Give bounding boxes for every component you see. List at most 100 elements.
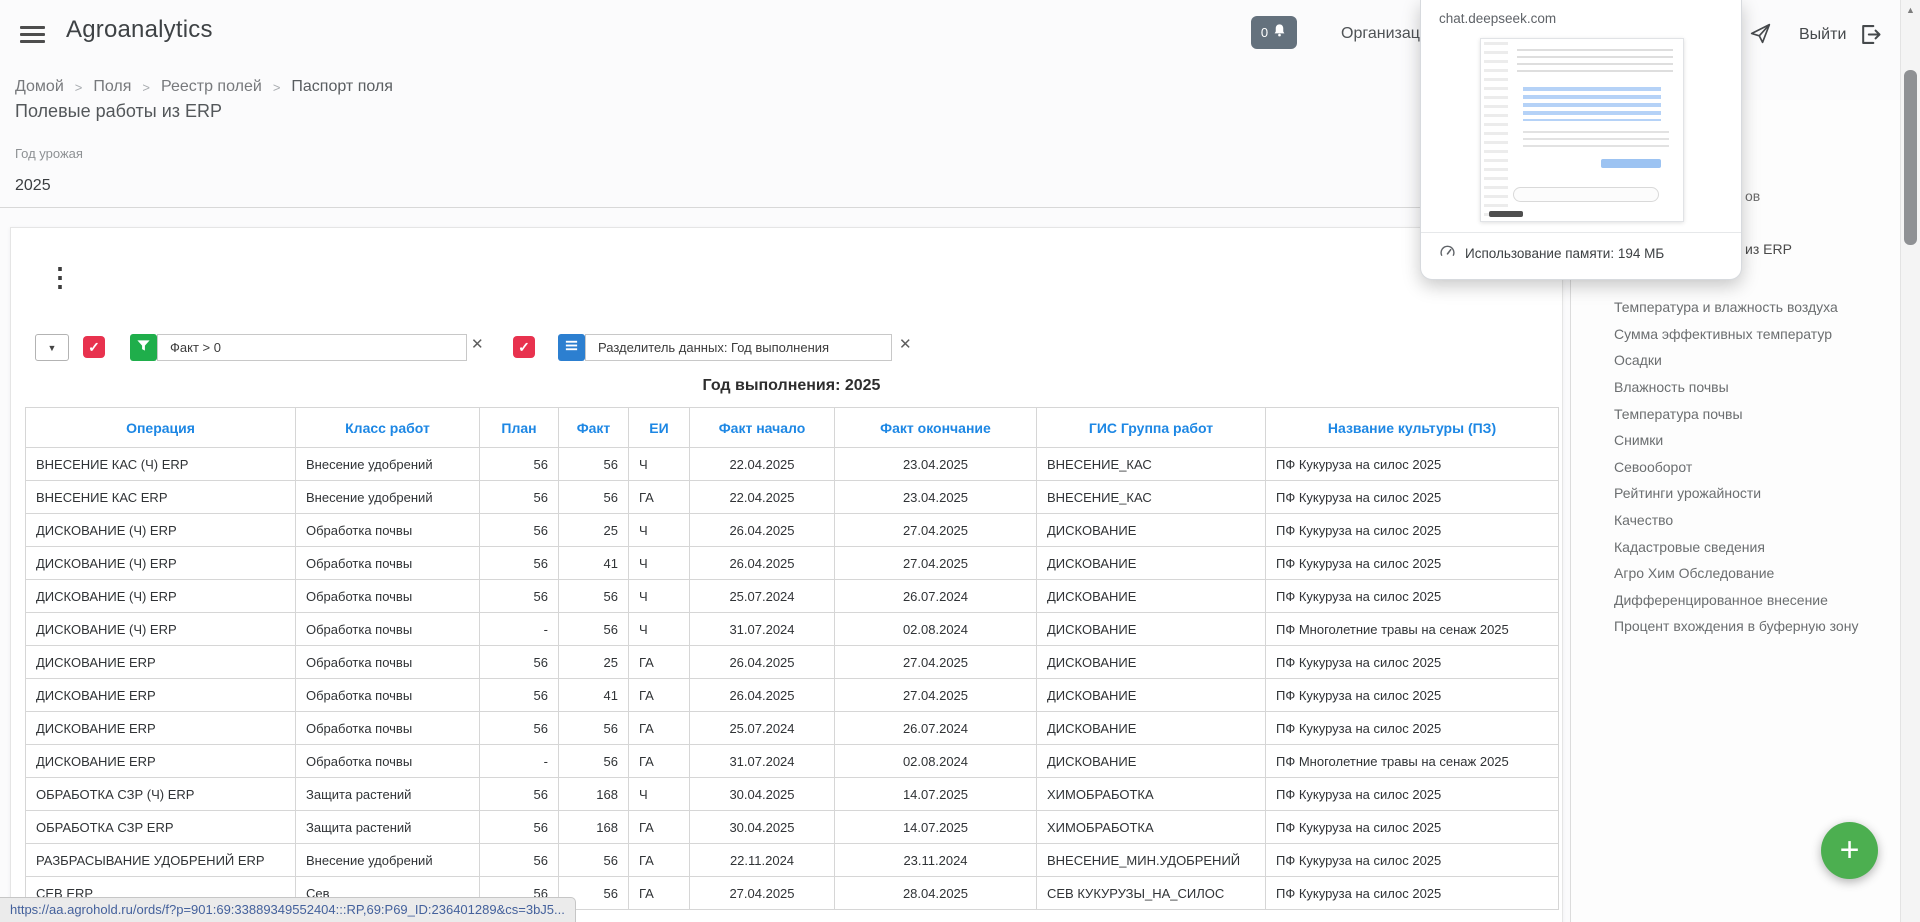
breadcrumb-label: Домой bbox=[15, 78, 64, 96]
column-header[interactable]: Операция bbox=[26, 408, 296, 448]
scrollbar-up-icon[interactable]: ▲ bbox=[1901, 5, 1920, 15]
chevron-right-icon: > bbox=[273, 80, 281, 95]
sidebar-item[interactable]: Рейтинги урожайности bbox=[1614, 480, 1858, 507]
table-group-title: Год выполнения: 2025 bbox=[25, 377, 1558, 395]
logout-icon[interactable] bbox=[1857, 21, 1884, 48]
cell-culture-name: ПФ Кукуруза на силос 2025 bbox=[1266, 877, 1559, 910]
cell-fact-start: 27.04.2025 bbox=[690, 877, 835, 910]
harvest-year-label: Год урожая bbox=[15, 146, 83, 161]
cell-plan: 56 bbox=[480, 646, 559, 679]
breadcrumb-item[interactable]: Паспорт поля > bbox=[291, 78, 393, 96]
filter-funnel-icon bbox=[136, 338, 151, 358]
cell-fact-end: 27.04.2025 bbox=[835, 679, 1037, 712]
thumbnail-highlight-block bbox=[1523, 87, 1661, 121]
cell-culture-name: ПФ Кукуруза на силос 2025 bbox=[1266, 844, 1559, 877]
cell-gis-group: ДИСКОВАНИЕ bbox=[1037, 712, 1266, 745]
column-header[interactable]: Класс работ bbox=[296, 408, 480, 448]
cell-plan: 56 bbox=[480, 712, 559, 745]
cell-operation: ДИСКОВАНИЕ ERP bbox=[26, 745, 296, 778]
sidebar-item-partial[interactable]: ов bbox=[1745, 188, 1760, 204]
cell-operation: ДИСКОВАНИЕ ERP bbox=[26, 646, 296, 679]
cell-work-class: Внесение удобрений bbox=[296, 481, 480, 514]
table-row: ДИСКОВАНИЕ ERP Обработка почвы 56 25 ГА … bbox=[26, 646, 1559, 679]
column-header[interactable]: Факт окончание bbox=[835, 408, 1037, 448]
break-chip[interactable] bbox=[558, 334, 585, 361]
table-row: ОБРАБОТКА СЗР ERP Защита растений 56 168… bbox=[26, 811, 1559, 844]
cell-fact: 56 bbox=[559, 613, 629, 646]
memory-gauge-icon bbox=[1439, 243, 1456, 263]
cell-unit: ГА bbox=[629, 844, 690, 877]
breadcrumb-item[interactable]: Домой > bbox=[15, 78, 93, 96]
menu-icon[interactable] bbox=[20, 26, 45, 44]
cell-plan: - bbox=[480, 745, 559, 778]
sidebar-item[interactable]: Температура почвы bbox=[1614, 400, 1858, 427]
cell-fact-end: 26.07.2024 bbox=[835, 580, 1037, 613]
break-condition[interactable]: Разделитель данных: Год выполнения bbox=[585, 334, 892, 361]
sidebar-item[interactable]: Дифференцированное внесение bbox=[1614, 587, 1858, 614]
cell-operation: ДИСКОВАНИЕ (Ч) ERP bbox=[26, 547, 296, 580]
memory-usage-row: Использование памяти: 194 МБ bbox=[1439, 243, 1664, 263]
remove-break-button[interactable]: ✕ bbox=[899, 337, 912, 352]
table-row: ОБРАБОТКА СЗР (Ч) ERP Защита растений 56… bbox=[26, 778, 1559, 811]
scrollbar-thumb[interactable] bbox=[1904, 70, 1917, 245]
sidebar-item[interactable]: Сумма эффективных температур bbox=[1614, 321, 1858, 348]
organization-label[interactable]: Организаци bbox=[1341, 25, 1429, 43]
actions-menu-icon[interactable]: ⋮ bbox=[47, 264, 73, 290]
cell-fact-end: 02.08.2024 bbox=[835, 613, 1037, 646]
column-header[interactable]: ГИС Группа работ bbox=[1037, 408, 1266, 448]
sidebar-item[interactable]: Влажность почвы bbox=[1614, 374, 1858, 401]
chevron-right-icon: > bbox=[75, 80, 83, 95]
sidebar-item[interactable]: Качество bbox=[1614, 507, 1858, 534]
table-row: ДИСКОВАНИЕ ERP Обработка почвы 56 56 ГА … bbox=[26, 712, 1559, 745]
cell-plan: 56 bbox=[480, 679, 559, 712]
sidebar-item[interactable]: Снимки bbox=[1614, 427, 1858, 454]
thumbnail-text-lines bbox=[1523, 131, 1669, 151]
send-icon[interactable] bbox=[1748, 21, 1773, 46]
cell-fact-end: 27.04.2025 bbox=[835, 646, 1037, 679]
cell-gis-group: ХИМОБРАБОТКА bbox=[1037, 811, 1266, 844]
table-row: ДИСКОВАНИЕ (Ч) ERP Обработка почвы 56 56… bbox=[26, 580, 1559, 613]
break-enabled-checkbox[interactable]: ✓ bbox=[513, 336, 535, 358]
harvest-year-value[interactable]: 2025 bbox=[15, 177, 51, 195]
sidebar-item[interactable]: Температура и влажность воздуха bbox=[1614, 294, 1858, 321]
cell-unit: Ч bbox=[629, 580, 690, 613]
cell-fact-end: 23.04.2025 bbox=[835, 481, 1037, 514]
notifications-button[interactable]: 0 bbox=[1251, 16, 1297, 49]
cell-fact-end: 26.07.2024 bbox=[835, 712, 1037, 745]
logout-label[interactable]: Выйти bbox=[1799, 26, 1846, 44]
cell-culture-name: ПФ Многолетние травы на сенаж 2025 bbox=[1266, 745, 1559, 778]
cell-fact-start: 25.07.2024 bbox=[690, 580, 835, 613]
column-header[interactable]: План bbox=[480, 408, 559, 448]
sidebar-item[interactable]: Осадки bbox=[1614, 347, 1858, 374]
thumbnail-input-bar bbox=[1513, 187, 1659, 202]
sidebar-item-active-partial[interactable]: из ERP bbox=[1745, 241, 1792, 257]
sidebar-item[interactable]: Кадастровые сведения bbox=[1614, 533, 1858, 560]
app-title: Agroanalytics bbox=[66, 16, 213, 44]
cell-unit: Ч bbox=[629, 778, 690, 811]
caret-down-icon: ▼ bbox=[48, 343, 57, 353]
actions-dropdown-button[interactable]: ▼ bbox=[35, 334, 69, 361]
cell-plan: 56 bbox=[480, 481, 559, 514]
column-header[interactable]: ЕИ bbox=[629, 408, 690, 448]
filter-condition[interactable]: Факт > 0 bbox=[157, 334, 467, 361]
filter-enabled-checkbox[interactable]: ✓ bbox=[83, 336, 105, 358]
add-button[interactable]: + bbox=[1821, 822, 1878, 879]
breadcrumb-item[interactable]: Реестр полей > bbox=[161, 78, 291, 96]
title-divider bbox=[0, 207, 1563, 208]
column-header[interactable]: Факт bbox=[559, 408, 629, 448]
scrollbar-track[interactable]: ▲ bbox=[1900, 0, 1920, 922]
sidebar-item[interactable]: Процент вхождения в буферную зону bbox=[1614, 613, 1858, 640]
cell-work-class: Обработка почвы bbox=[296, 646, 480, 679]
remove-filter-button[interactable]: ✕ bbox=[471, 337, 484, 352]
column-header[interactable]: Факт начало bbox=[690, 408, 835, 448]
cell-culture-name: ПФ Кукуруза на силос 2025 bbox=[1266, 712, 1559, 745]
column-header[interactable]: Название культуры (ПЗ) bbox=[1266, 408, 1559, 448]
notification-count: 0 bbox=[1261, 25, 1268, 40]
cell-culture-name: ПФ Кукуруза на силос 2025 bbox=[1266, 481, 1559, 514]
table-row: ДИСКОВАНИЕ (Ч) ERP Обработка почвы 56 25… bbox=[26, 514, 1559, 547]
sidebar-item[interactable]: Севооборот bbox=[1614, 454, 1858, 481]
cell-fact-start: 22.11.2024 bbox=[690, 844, 835, 877]
filter-chip[interactable] bbox=[130, 334, 157, 361]
breadcrumb-item[interactable]: Поля > bbox=[93, 78, 161, 96]
sidebar-item[interactable]: Агро Хим Обследование bbox=[1614, 560, 1858, 587]
